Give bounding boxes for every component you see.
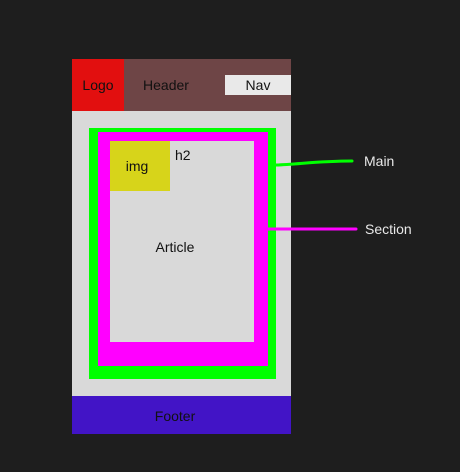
main-connector [274, 159, 354, 167]
main-callout-label: Main [364, 153, 395, 169]
section-callout-label: Section [365, 221, 412, 237]
